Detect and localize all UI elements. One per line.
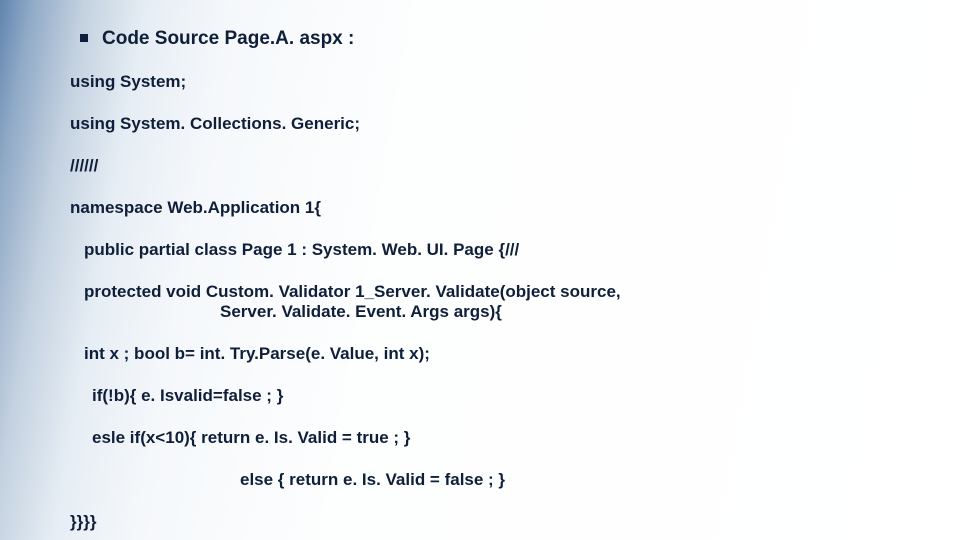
code-line: }}}}: [70, 512, 900, 532]
code-line: if(!b){ e. Isvalid=false ; }: [92, 386, 900, 406]
slide-content: Code Source Page.A. aspx : using System;…: [0, 0, 960, 540]
bullet-icon: [80, 34, 88, 42]
code-line: Server. Validate. Event. Args args){: [220, 302, 900, 322]
code-line: using System;: [70, 72, 900, 92]
code-line: esle if(x<10){ return e. Is. Valid = tru…: [92, 428, 900, 448]
code-line: else { return e. Is. Valid = false ; }: [240, 470, 900, 490]
code-line: //////: [70, 156, 900, 176]
title-row: Code Source Page.A. aspx :: [80, 28, 900, 50]
code-line: public partial class Page 1 : System. We…: [84, 240, 900, 260]
code-line: int x ; bool b= int. Try.Parse(e. Value,…: [84, 344, 900, 364]
code-line: using System. Collections. Generic;: [70, 114, 900, 134]
code-line: namespace Web.Application 1{: [70, 198, 900, 218]
slide-title: Code Source Page.A. aspx :: [102, 28, 354, 49]
code-line: protected void Custom. Validator 1_Serve…: [84, 282, 900, 302]
